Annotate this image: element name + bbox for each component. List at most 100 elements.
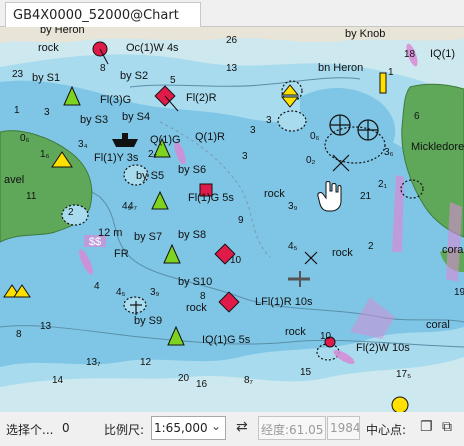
selected-count: 0 <box>62 421 70 435</box>
sounding: 19 <box>454 287 464 298</box>
sounding: 10 <box>230 255 242 266</box>
sounding: 13 <box>40 321 52 332</box>
sounding: 2 <box>68 207 74 218</box>
label-fl2w: Fl(2)W 10s <box>356 342 410 354</box>
scale-select[interactable]: 1:65,000 ⌄ <box>151 416 226 440</box>
sounding: 4₅ <box>116 287 126 298</box>
danger-circle-3 <box>61 204 89 226</box>
sounding: 3₆ <box>384 147 394 158</box>
label-by-s8: by S8 <box>178 229 206 241</box>
label-iq1: IQ(1) <box>430 48 455 60</box>
sounding: 3 <box>250 125 256 136</box>
sounding: 13₇ <box>86 357 101 368</box>
label-rock-mid: rock <box>264 188 285 200</box>
copy-icon[interactable]: ❐ <box>420 419 433 435</box>
label-bn-heron: bn Heron <box>318 62 363 74</box>
label-knob: by Knob <box>345 28 385 40</box>
sounding: 1₆ <box>40 149 50 160</box>
label-heron-top: by Heron <box>40 27 85 36</box>
chart-window: GB4X0000_52000@Chart $$ by Heron rock Oc… <box>0 0 464 446</box>
label-rock-low2: rock <box>285 326 306 338</box>
sounding: 1 <box>388 67 394 78</box>
tab-bar: GB4X0000_52000@Chart <box>0 0 464 27</box>
scale-label: 比例尺: <box>104 423 145 437</box>
sounding: 3 <box>242 151 248 162</box>
scale-value: 1:65,000 <box>154 421 208 435</box>
sounding: 9 <box>238 215 244 226</box>
sounding: 3 <box>44 107 50 118</box>
label-by-s6: by S6 <box>178 164 206 176</box>
label-fl1g: Fl(1)G 5s <box>188 192 234 204</box>
label-q1r: Q(1)R <box>195 131 225 143</box>
sounding: 6 <box>414 111 420 122</box>
status-bar: 选择个... 0 比例尺: 1:65,000 ⌄ ⇄ 经度:61.05 1984… <box>0 412 464 446</box>
label-12m: 12 m <box>98 227 122 239</box>
longitude-field[interactable]: 经度:61.05 <box>258 416 326 440</box>
sounding: 8₇ <box>244 375 254 386</box>
sounding: 5 <box>170 75 176 86</box>
label-by-s3: by S3 <box>80 114 108 126</box>
sounding: 2 <box>368 241 374 252</box>
chart-map[interactable]: $$ by Heron rock Oc(1)W 4s by Knob IQ(1)… <box>0 27 464 412</box>
label-fl1y: Fl(1)Y 3s <box>94 152 139 164</box>
label-by-s10: by S10 <box>178 276 212 288</box>
sounding: 2₁ <box>378 179 388 190</box>
label-mickledore: Mickledore <box>411 141 464 153</box>
label-by-s1: by S1 <box>32 72 60 84</box>
danger-circle-1 <box>277 110 307 132</box>
label-by-s2: by S2 <box>120 70 148 82</box>
label-avel: avel <box>4 174 24 186</box>
label-fl3g: Fl(3)G <box>100 94 131 106</box>
sounding: 26 <box>226 35 238 46</box>
sounding: 4 <box>94 281 100 292</box>
label-by-s5: by S5 <box>136 170 164 182</box>
sounding: 20 <box>178 373 190 384</box>
sounding: 18 <box>404 49 416 60</box>
buoy-yellow-4[interactable] <box>391 396 409 412</box>
sounding: 0₆ <box>310 131 320 142</box>
sounding: 8 <box>200 291 206 302</box>
sounding: 4₅ <box>288 241 298 252</box>
chart-canvas[interactable]: $$ by Heron rock Oc(1)W 4s by Knob IQ(1)… <box>0 27 464 412</box>
label-by-s4: by S4 <box>122 111 150 123</box>
label-by-s7: by S7 <box>134 231 162 243</box>
label-rock-tl: rock <box>38 42 59 54</box>
label-fr: FR <box>114 248 129 260</box>
duplicate-icon[interactable]: ⧉ <box>442 419 452 435</box>
label-rock-low: rock <box>186 302 207 314</box>
tab-chart[interactable]: GB4X0000_52000@Chart <box>5 2 201 27</box>
sounding: 21 <box>360 191 372 202</box>
sounding: 13 <box>226 63 238 74</box>
label-oc-light: Oc(1)W 4s <box>126 42 179 54</box>
sounding: 15 <box>300 367 312 378</box>
sounding: 3₄ <box>78 139 88 150</box>
sounding: 0₂ <box>306 155 316 166</box>
buoy-yellow-3[interactable] <box>379 72 387 94</box>
label-cora: cora <box>442 244 464 256</box>
sounding: 8 <box>16 329 22 340</box>
sounding: 12 <box>140 357 152 368</box>
label-rock-right: rock <box>332 247 353 259</box>
sounding: 1 <box>14 105 20 116</box>
sounding: 14 <box>52 375 64 386</box>
sounding: 16 <box>196 379 208 390</box>
label-lfl: LFl(1)R 10s <box>255 296 313 308</box>
label-q1g: Q(1)G <box>150 134 181 146</box>
sounding: 3₉ <box>288 201 298 212</box>
sounding: 0₆ <box>20 133 30 144</box>
sounding: 3 <box>266 115 272 126</box>
chevron-down-icon: ⌄ <box>210 419 221 433</box>
label-iq1g: IQ(1)G 5s <box>202 334 251 346</box>
sounding: 2₇ <box>148 149 158 160</box>
latitude-field[interactable]: 1984 <box>327 416 360 440</box>
sounding: 17₅ <box>396 369 411 380</box>
label-by-s9: by S9 <box>134 315 162 327</box>
sounding: 8 <box>100 63 106 74</box>
sounding: 11 <box>26 191 37 202</box>
label-fl2r-top: Fl(2)R <box>186 92 217 104</box>
selected-label: 选择个... <box>6 423 54 437</box>
sounding: 10 <box>320 331 332 342</box>
sounding: 3₉ <box>150 287 160 298</box>
swap-arrows-icon[interactable]: ⇄ <box>236 419 248 435</box>
center-label: 中心点: <box>366 423 407 437</box>
